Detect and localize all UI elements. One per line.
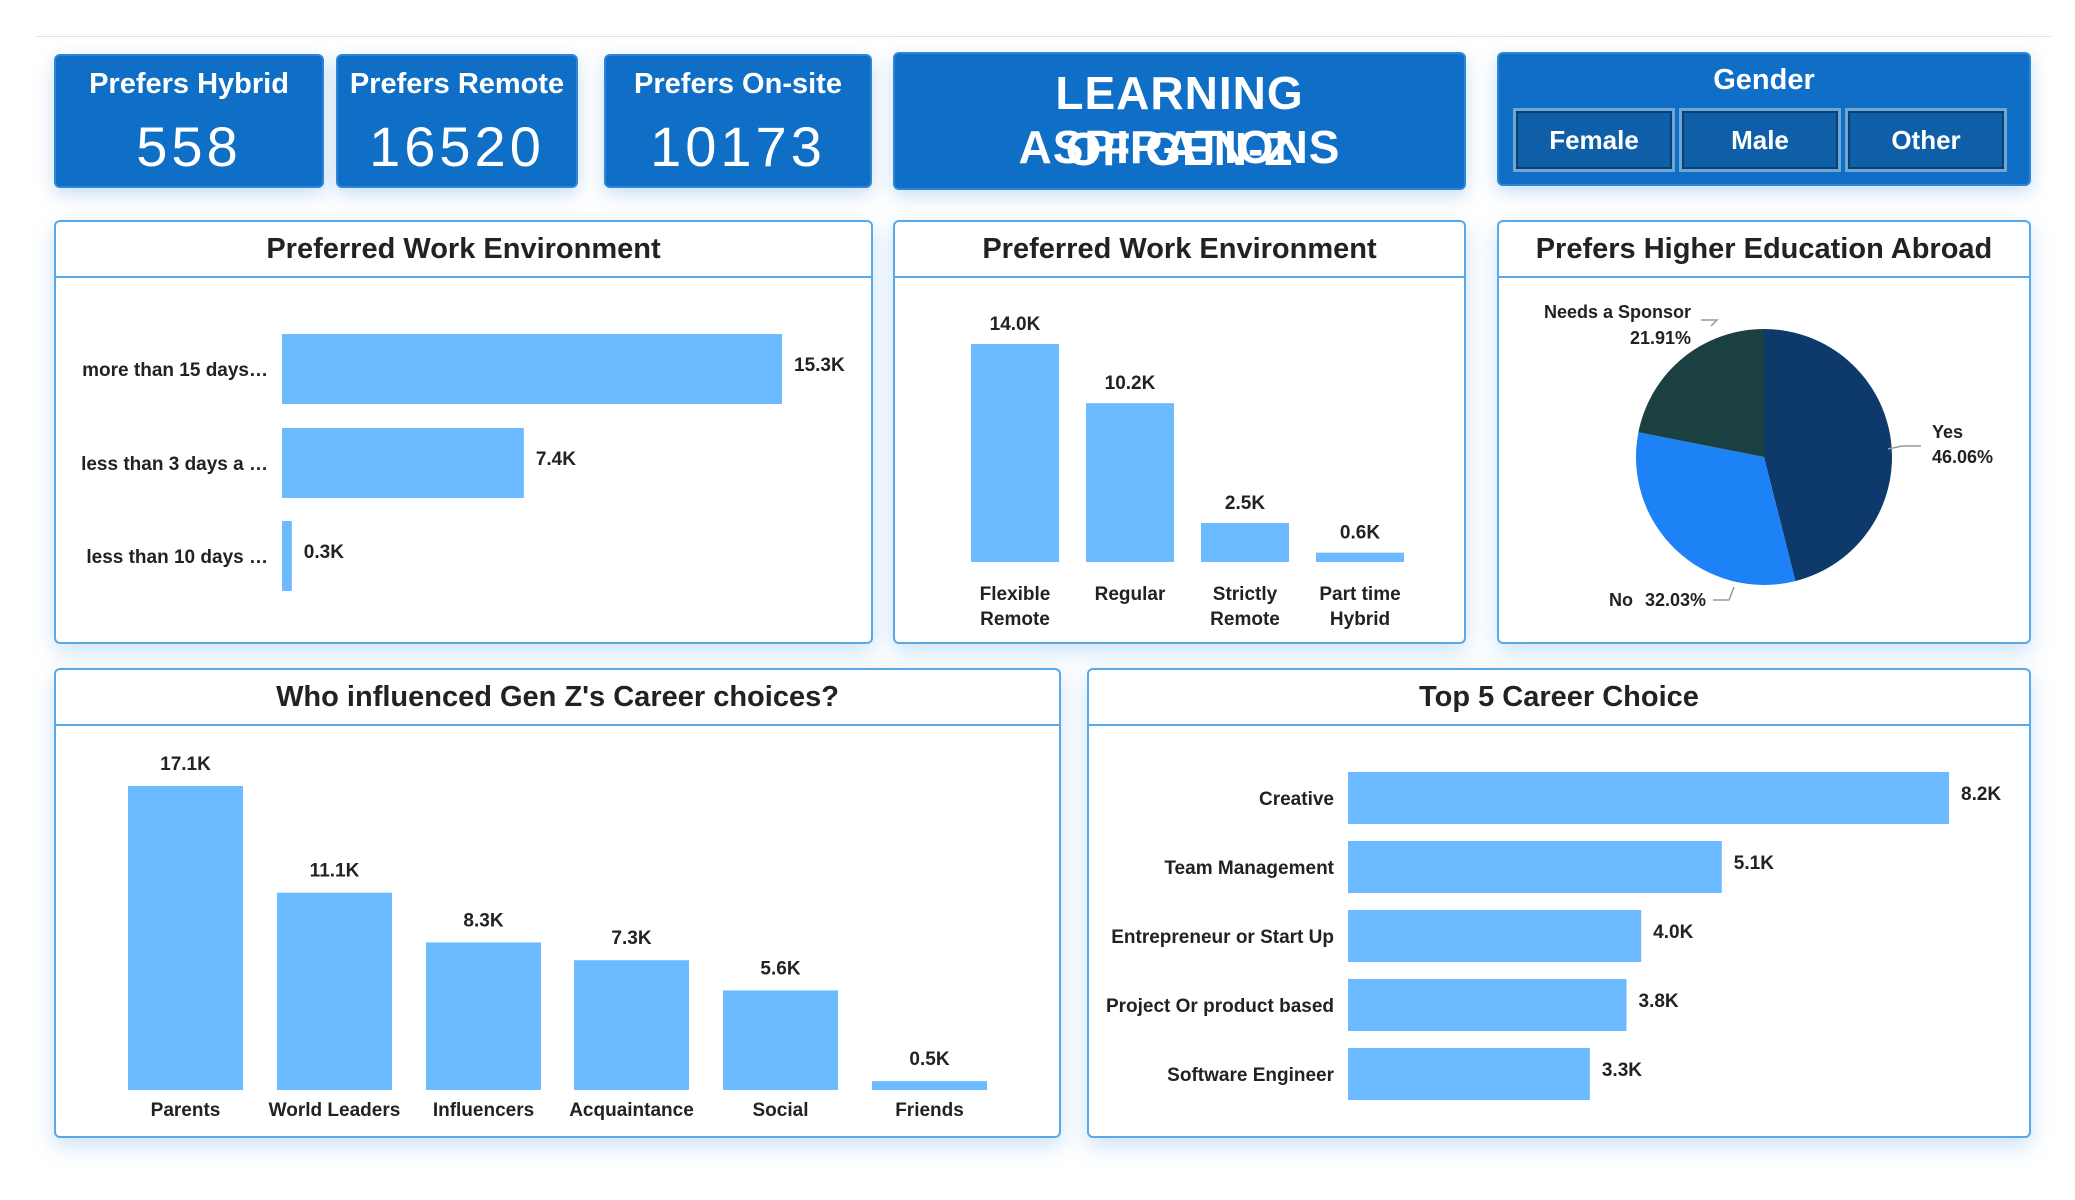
- kpi-label: Prefers Hybrid: [89, 68, 289, 100]
- bar: [1086, 403, 1174, 562]
- bar: [282, 521, 292, 591]
- gender-other-button[interactable]: Other: [1845, 108, 2007, 172]
- dashboard-title-card: LEARNING ASPIRATIONS OF GEN-Z: [893, 52, 1466, 190]
- category-label: Project Or product based: [1106, 996, 1334, 1017]
- career-influencers-chart: 17.1K Parents 11.1K World Leaders 8.3K Influe…: [128, 754, 987, 1121]
- gender-slicer-label: Gender: [1713, 64, 1815, 96]
- category-label: less than 3 days a …: [81, 454, 268, 475]
- leader-line: [1713, 586, 1735, 601]
- bar: [1348, 1048, 1590, 1100]
- data-label: 0.3K: [304, 542, 344, 563]
- bar: [971, 344, 1059, 562]
- bar: [872, 1081, 987, 1090]
- category-label: Software Engineer: [1167, 1065, 1334, 1086]
- slice-name-label: No: [1609, 590, 1633, 610]
- work-environment-type-panel: Preferred Work Environment 14.0K Flexible…: [893, 220, 1466, 644]
- bar: [723, 990, 838, 1090]
- data-label: 2.5K: [1225, 493, 1265, 514]
- category-label: Remote: [1210, 609, 1280, 630]
- data-label: 8.3K: [463, 910, 503, 931]
- data-label: 3.3K: [1602, 1060, 1642, 1081]
- gender-female-button[interactable]: Female: [1513, 108, 1675, 172]
- bar: [277, 892, 392, 1090]
- panel-title: Top 5 Career Choice: [1089, 670, 2029, 726]
- data-label: 7.4K: [536, 449, 576, 470]
- data-label: 3.8K: [1639, 991, 1679, 1012]
- category-label: Team Management: [1164, 858, 1334, 879]
- data-label: 14.0K: [990, 314, 1041, 335]
- category-label: Entrepreneur or Start Up: [1111, 927, 1334, 948]
- data-label: 8.2K: [1961, 784, 2001, 805]
- kpi-label: Prefers On-site: [634, 68, 842, 100]
- data-label: 17.1K: [160, 754, 211, 775]
- category-label: Regular: [1095, 584, 1166, 605]
- category-label: Parents: [151, 1100, 221, 1121]
- category-label: Acquaintance: [569, 1100, 694, 1121]
- panel-title: Who influenced Gen Z's Career choices?: [56, 670, 1059, 726]
- kpi-value: 558: [136, 115, 242, 178]
- bar: [574, 960, 689, 1090]
- kpi-card-hybrid: Prefers Hybrid 558: [54, 54, 324, 188]
- leader-line: [1701, 319, 1719, 327]
- slice-name-label: Needs a Sponsor: [1544, 302, 1691, 322]
- data-label: 5.6K: [760, 958, 800, 979]
- bar: [1316, 552, 1404, 562]
- bar: [282, 334, 782, 404]
- category-label: Creative: [1259, 789, 1334, 810]
- data-label: 15.3K: [794, 355, 845, 376]
- bar: [1201, 523, 1289, 562]
- category-label: more than 15 days…: [82, 360, 268, 381]
- kpi-card-remote: Prefers Remote 16520: [336, 54, 578, 188]
- kpi-value: 10173: [650, 115, 826, 178]
- bar: [426, 942, 541, 1090]
- work-environment-days-panel: Preferred Work Environment more than 15 …: [54, 220, 873, 644]
- slice-value-label: 21.91%: [1630, 328, 1691, 348]
- data-label: 0.6K: [1340, 523, 1380, 544]
- bar: [1348, 910, 1642, 962]
- bar: [1348, 979, 1627, 1031]
- kpi-card-onsite: Prefers On-site 10173: [604, 54, 872, 188]
- bar: [128, 786, 243, 1090]
- top-career-choice-chart: Creative 8.2K Team Management 5.1K Entrepren…: [1106, 772, 2001, 1100]
- data-label: 11.1K: [310, 861, 360, 882]
- leader-line: [1887, 445, 1921, 450]
- work-environment-type-chart: 14.0K Flexible Remote 10.2K Regular 2.5K Stric…: [971, 314, 1404, 630]
- slice-value-label: 32.03%: [1645, 590, 1706, 610]
- category-label: World Leaders: [269, 1100, 401, 1121]
- slice-value-label: 46.06%: [1932, 447, 1993, 467]
- bar: [1348, 841, 1722, 893]
- page-title-line-2: OF GEN-Z: [1065, 123, 1294, 175]
- category-label: Flexible: [980, 584, 1051, 605]
- panel-title: Preferred Work Environment: [56, 222, 871, 278]
- data-label: 10.2K: [1105, 373, 1156, 394]
- category-label: Friends: [895, 1100, 964, 1121]
- category-label: Part time: [1319, 584, 1400, 605]
- kpi-label: Prefers Remote: [349, 68, 565, 100]
- work-environment-days-chart: more than 15 days… 15.3K less than 3 days …: [81, 334, 845, 591]
- data-label: 0.5K: [909, 1049, 949, 1070]
- kpi-value: 16520: [369, 115, 545, 178]
- higher-education-abroad-panel: Prefers Higher Education Abroad Yes 46.06…: [1497, 220, 2031, 644]
- bar: [282, 428, 524, 498]
- gender-male-button[interactable]: Male: [1679, 108, 1841, 172]
- panel-title: Prefers Higher Education Abroad: [1499, 222, 2029, 278]
- category-label: Strictly: [1213, 584, 1278, 605]
- career-influencers-panel: Who influenced Gen Z's Career choices? 1…: [54, 668, 1061, 1138]
- top-career-choice-panel: Top 5 Career Choice Creative 8.2K Team Man…: [1087, 668, 2031, 1138]
- category-label: Remote: [980, 609, 1050, 630]
- slice-name-label: Yes: [1932, 422, 1963, 442]
- gender-slicer: Gender Female Male Other: [1497, 52, 2031, 186]
- category-label: less than 10 days …: [86, 547, 268, 568]
- higher-education-abroad-chart: Yes 46.06% No 32.03% Needs a Sponsor 21.91%: [1544, 302, 1993, 610]
- top-frame-line: [36, 36, 2051, 37]
- bar: [1348, 772, 1949, 824]
- data-label: 4.0K: [1653, 922, 1693, 943]
- panel-title: Preferred Work Environment: [895, 222, 1464, 278]
- category-label: Hybrid: [1330, 609, 1390, 630]
- category-label: Social: [753, 1100, 809, 1121]
- category-label: Influencers: [433, 1100, 534, 1121]
- data-label: 7.3K: [611, 928, 651, 949]
- data-label: 5.1K: [1734, 853, 1774, 874]
